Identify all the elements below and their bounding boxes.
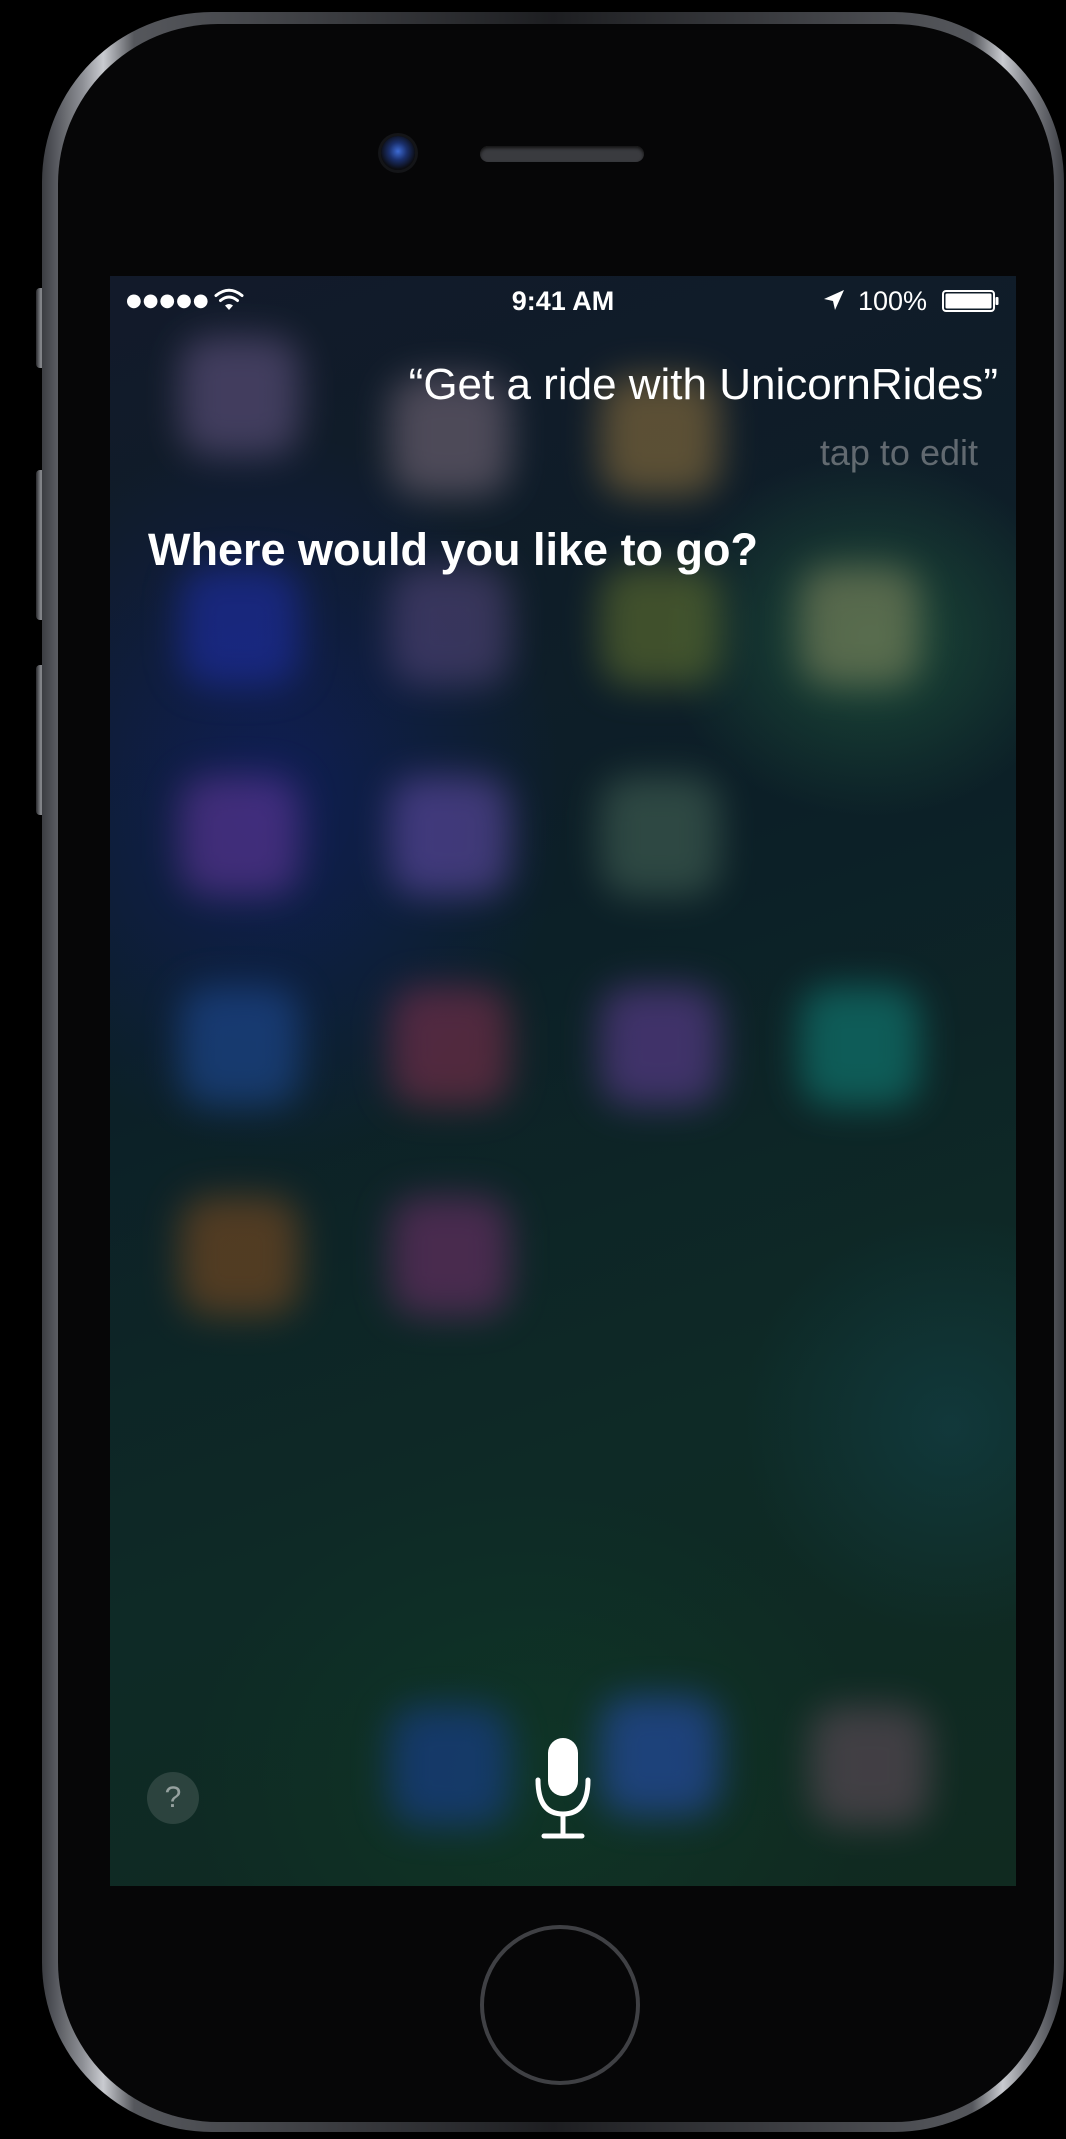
siri-screen: ●●●●● 9:41 AM 100% “Get a ride with Unic… (110, 276, 1016, 1886)
blurred-app-icon (600, 566, 720, 686)
location-arrow-icon (824, 290, 844, 310)
battery-icon (942, 290, 999, 312)
help-button[interactable]: ? (147, 1772, 199, 1824)
blurred-dock-icon (600, 1696, 720, 1816)
blurred-app-icon (390, 566, 510, 686)
blurred-app-icon (390, 776, 510, 896)
question-mark-icon: ? (164, 1781, 182, 1814)
blurred-app-icon (390, 1196, 510, 1316)
blurred-app-icon (800, 566, 920, 686)
blurred-dock-icon (390, 1706, 510, 1826)
blurred-dock-icon (810, 1706, 930, 1826)
tap-to-edit-hint[interactable]: tap to edit (820, 432, 978, 474)
status-bar: ●●●●● 9:41 AM 100% (110, 276, 1016, 326)
blurred-app-icon (180, 1196, 300, 1316)
siri-user-query[interactable]: “Get a ride with UnicornRides” (409, 360, 998, 410)
home-button[interactable] (480, 1925, 640, 2085)
blurred-app-icon (180, 336, 300, 456)
blurred-app-icon (600, 776, 720, 896)
blurred-app-icon (180, 566, 300, 686)
microphone-icon[interactable] (530, 1734, 596, 1846)
blurred-app-icon (390, 986, 510, 1106)
blurred-app-icon (800, 986, 920, 1106)
blurred-app-icon (600, 986, 720, 1106)
front-camera (381, 136, 415, 170)
siri-response: Where would you like to go? (148, 524, 759, 575)
blurred-app-icon (180, 986, 300, 1106)
earpiece-speaker (480, 146, 644, 162)
battery-percent: 100% (858, 286, 928, 316)
blurred-app-icon (180, 776, 300, 896)
